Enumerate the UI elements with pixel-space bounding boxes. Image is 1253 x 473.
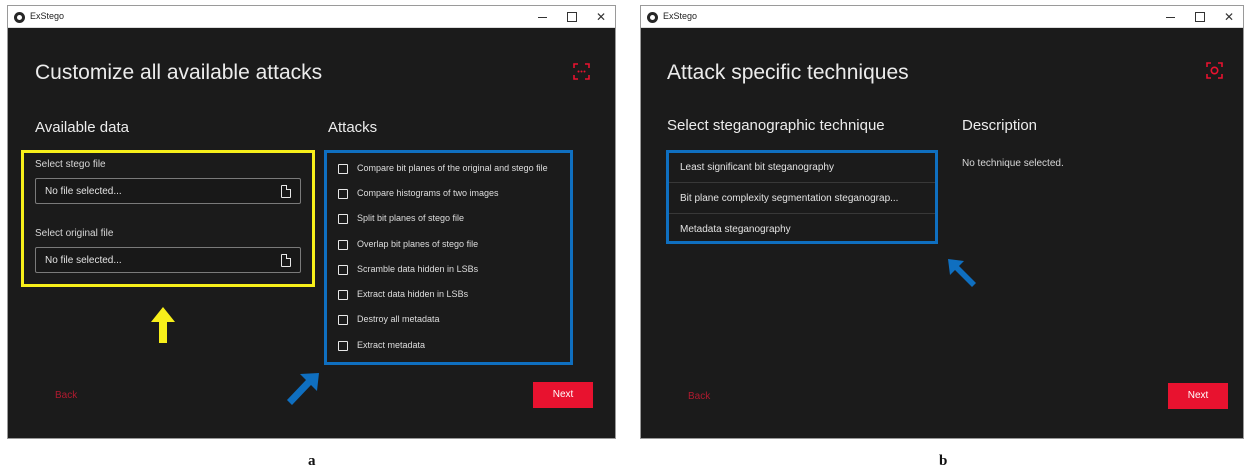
available-data-title: Available data xyxy=(35,119,129,136)
technique-label: Least significant bit steganography xyxy=(680,162,834,173)
checkbox[interactable] xyxy=(338,214,348,224)
checkbox[interactable] xyxy=(338,265,348,275)
app-icon xyxy=(647,12,658,23)
checkbox[interactable] xyxy=(338,341,348,351)
checkbox[interactable] xyxy=(338,315,348,325)
next-button[interactable]: Next xyxy=(1168,383,1228,409)
scan-target-icon[interactable] xyxy=(1206,62,1223,79)
technique-label: Bit plane complexity segmentation stegan… xyxy=(680,193,899,204)
checkbox[interactable] xyxy=(338,164,348,174)
title-bar: ExStego ✕ xyxy=(8,6,615,28)
attack-option-label: Destroy all metadata xyxy=(357,314,440,324)
scan-dots-icon[interactable] xyxy=(573,63,590,80)
technique-title: Select steganographic technique xyxy=(667,117,885,134)
attacks-highlight xyxy=(324,150,573,365)
attack-option-label: Compare bit planes of the original and s… xyxy=(357,163,548,173)
checkbox[interactable] xyxy=(338,189,348,199)
maximize-button[interactable] xyxy=(559,6,585,28)
next-button[interactable]: Next xyxy=(533,382,593,408)
attack-option-label: Overlap bit planes of stego file xyxy=(357,239,479,249)
panel-label-a: a xyxy=(308,453,316,469)
list-item[interactable]: Metadata steganography xyxy=(669,215,935,245)
description-text: No technique selected. xyxy=(962,158,1064,169)
attack-option-label: Compare histograms of two images xyxy=(357,188,499,198)
original-file-label: Select original file xyxy=(35,228,114,239)
stego-file-label: Select stego file xyxy=(35,159,106,170)
technique-list: Least significant bit steganography Bit … xyxy=(666,150,938,244)
original-file-value: No file selected... xyxy=(45,255,122,266)
back-button[interactable]: Back xyxy=(688,391,710,402)
attack-option-label: Extract metadata xyxy=(357,340,426,350)
attack-option-label: Scramble data hidden in LSBs xyxy=(357,264,479,274)
file-icon[interactable] xyxy=(281,254,291,267)
close-button[interactable]: ✕ xyxy=(588,6,614,28)
attack-option-label: Split bit planes of stego file xyxy=(357,213,465,223)
minimize-button[interactable] xyxy=(1158,6,1184,28)
description-title: Description xyxy=(962,117,1038,134)
checkbox[interactable] xyxy=(338,240,348,250)
attacks-title: Attacks xyxy=(328,119,378,136)
stego-file-value: No file selected... xyxy=(45,186,122,197)
minimize-button[interactable] xyxy=(530,6,556,28)
close-button[interactable]: ✕ xyxy=(1216,6,1242,28)
attack-option-label: Extract data hidden in LSBs xyxy=(357,289,469,299)
list-item[interactable]: Least significant bit steganography xyxy=(669,153,935,183)
app-icon xyxy=(14,12,25,23)
maximize-button[interactable] xyxy=(1187,6,1213,28)
back-button[interactable]: Back xyxy=(55,390,77,401)
app-title: ExStego xyxy=(30,11,65,21)
stego-file-field[interactable]: No file selected... xyxy=(35,178,301,204)
page-title: Attack specific techniques xyxy=(667,61,909,84)
app-title: ExStego xyxy=(663,11,698,21)
title-bar: ExStego ✕ xyxy=(641,6,1243,28)
diagonal-arrow-icon xyxy=(947,258,977,288)
diagonal-arrow-icon xyxy=(284,372,320,408)
panel-label-b: b xyxy=(939,453,948,469)
list-item[interactable]: Bit plane complexity segmentation stegan… xyxy=(669,184,935,214)
checkbox[interactable] xyxy=(338,290,348,300)
page-title: Customize all available attacks xyxy=(35,61,323,84)
technique-label: Metadata steganography xyxy=(680,224,791,235)
up-arrow-icon xyxy=(150,307,176,343)
original-file-field[interactable]: No file selected... xyxy=(35,247,301,273)
file-icon[interactable] xyxy=(281,185,291,198)
